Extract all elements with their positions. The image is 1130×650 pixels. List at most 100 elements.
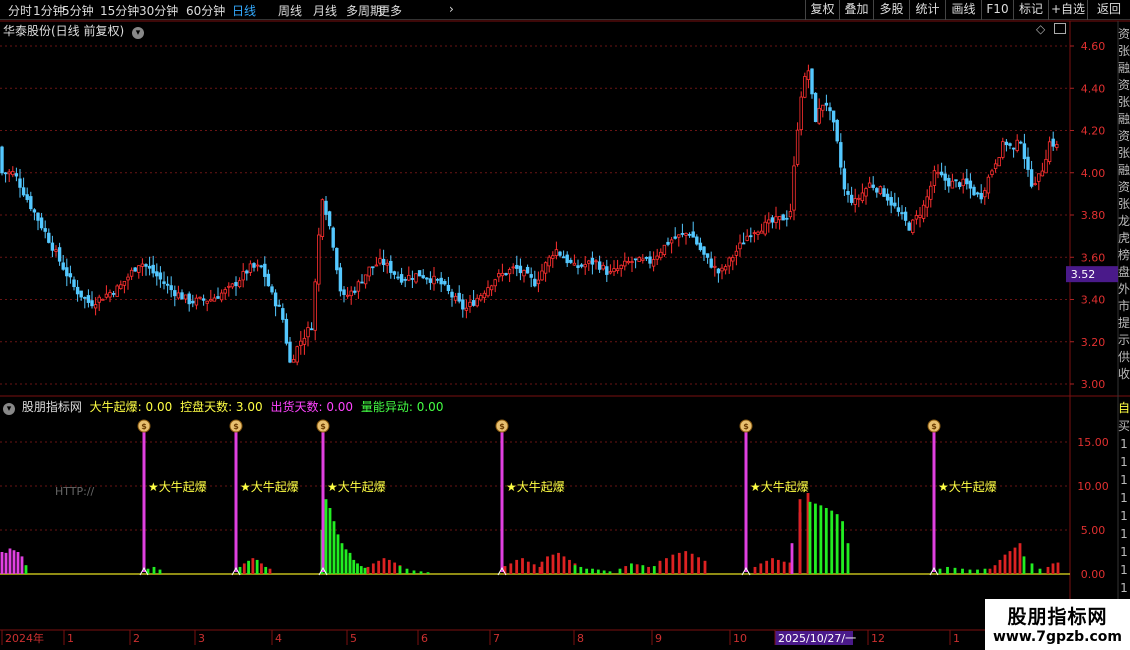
candle-body [414, 273, 418, 283]
volume-bar [348, 556, 352, 574]
candle-body [878, 186, 883, 194]
signal-label: ★大牛起爆 [938, 479, 997, 494]
candle-body [363, 274, 368, 285]
volume-bar [602, 570, 606, 574]
candle-body [79, 290, 83, 298]
volume-bar [242, 563, 246, 574]
time-label: 5 [350, 632, 357, 645]
side-panel-text: 资 [1118, 129, 1130, 143]
volume-bar [846, 543, 850, 574]
side-panel-text: 融 [1118, 112, 1130, 126]
volume-bar [684, 551, 688, 574]
candle-body [421, 275, 425, 279]
price-tick-label: 3.00 [1081, 378, 1106, 391]
candle-body [929, 185, 933, 200]
candle-body [871, 184, 875, 188]
candle-body [702, 246, 706, 255]
candle-body [867, 182, 872, 188]
time-label: 2025/10/27/一 [778, 632, 856, 645]
candle-body [547, 256, 551, 267]
candle-body [1051, 138, 1055, 147]
volume-bar [824, 508, 828, 574]
time-label: 9 [655, 632, 662, 645]
volume-bar [363, 567, 367, 574]
money-bag-symbol: $ [743, 422, 749, 431]
candle-body [371, 266, 375, 269]
candle-body [608, 271, 613, 274]
toolbar-button-1[interactable]: 叠加 [839, 0, 873, 20]
signal-label: ★大牛起爆 [240, 479, 299, 494]
volume-bar [393, 562, 397, 574]
candle-body [950, 180, 955, 189]
candle-body [306, 327, 310, 338]
side-panel-text: 1 [1120, 473, 1128, 487]
volume-bar [568, 559, 571, 574]
candle-body [216, 296, 220, 299]
candle-body [572, 262, 577, 266]
ind-tick-label: 15.00 [1077, 436, 1109, 449]
candle-body [255, 264, 260, 267]
candle-body [759, 230, 764, 234]
candle-body [284, 318, 289, 344]
toolbar-button-6[interactable]: 标记 [1013, 0, 1048, 20]
candle-body [795, 129, 800, 165]
candle-body [237, 280, 242, 288]
candle-body [817, 107, 821, 124]
volume-bar [352, 559, 356, 574]
volume-bar [630, 563, 633, 574]
candle-body [500, 272, 505, 277]
side-panel-text: 市 [1118, 298, 1130, 313]
volume-bar [426, 572, 430, 574]
candle-body [673, 236, 677, 239]
candle-body [954, 179, 958, 182]
side-panel-text: 张 [1118, 95, 1130, 109]
candle-body [155, 271, 159, 277]
toolbar-button-8[interactable]: 返回 [1087, 0, 1130, 20]
candle-body [583, 264, 587, 268]
volume-bar [255, 559, 259, 574]
toolbar-button-2[interactable]: 多股 [873, 0, 909, 20]
toolbar-button-3[interactable]: 统计 [909, 0, 945, 20]
candle-body [338, 267, 343, 292]
candle-body [129, 269, 134, 277]
volume-bar [573, 565, 577, 574]
candle-body [831, 110, 836, 123]
candle-body [1026, 156, 1030, 170]
candle-body [965, 178, 969, 185]
toolbar-button-7[interactable]: +自选 [1048, 0, 1087, 20]
candle-body [191, 300, 195, 304]
volume-bar [1038, 568, 1042, 574]
money-bag-symbol: $ [320, 422, 326, 431]
volume-bar [782, 561, 786, 574]
candle-body [486, 287, 490, 297]
candle-body [727, 257, 731, 267]
candle-body [39, 217, 44, 229]
candle-body [569, 259, 573, 263]
candle-body [252, 263, 256, 268]
candle-body [90, 300, 94, 307]
time-label: 10 [733, 632, 747, 645]
volume-bar [344, 549, 348, 574]
volume-bar [521, 558, 524, 574]
candle-body [666, 241, 670, 245]
candle-body [803, 76, 807, 98]
candle-body [108, 292, 112, 298]
toolbar-button-4[interactable]: 画线 [945, 0, 981, 20]
ind-tick-label: 5.00 [1081, 524, 1106, 537]
candle-body [968, 180, 973, 189]
candle-body [187, 293, 191, 305]
volume-bar [983, 568, 987, 574]
candle-body [7, 171, 11, 175]
chart-canvas[interactable]: 4.60 4.40 4.20 4.00 3.80 3.60 3.40 3.20 3.00 3.52… [0, 0, 1130, 650]
candle-body [327, 211, 332, 227]
candle-body [1019, 141, 1023, 144]
candle-body [360, 281, 364, 284]
toolbar-button-0[interactable]: 复权 [805, 0, 839, 20]
candle-body [435, 278, 440, 281]
candle-body [907, 222, 911, 231]
candle-body [417, 270, 422, 277]
candle-body [378, 258, 382, 264]
candle-body [399, 274, 404, 283]
candle-body [1022, 143, 1027, 160]
toolbar-button-5[interactable]: F10 [981, 0, 1013, 20]
